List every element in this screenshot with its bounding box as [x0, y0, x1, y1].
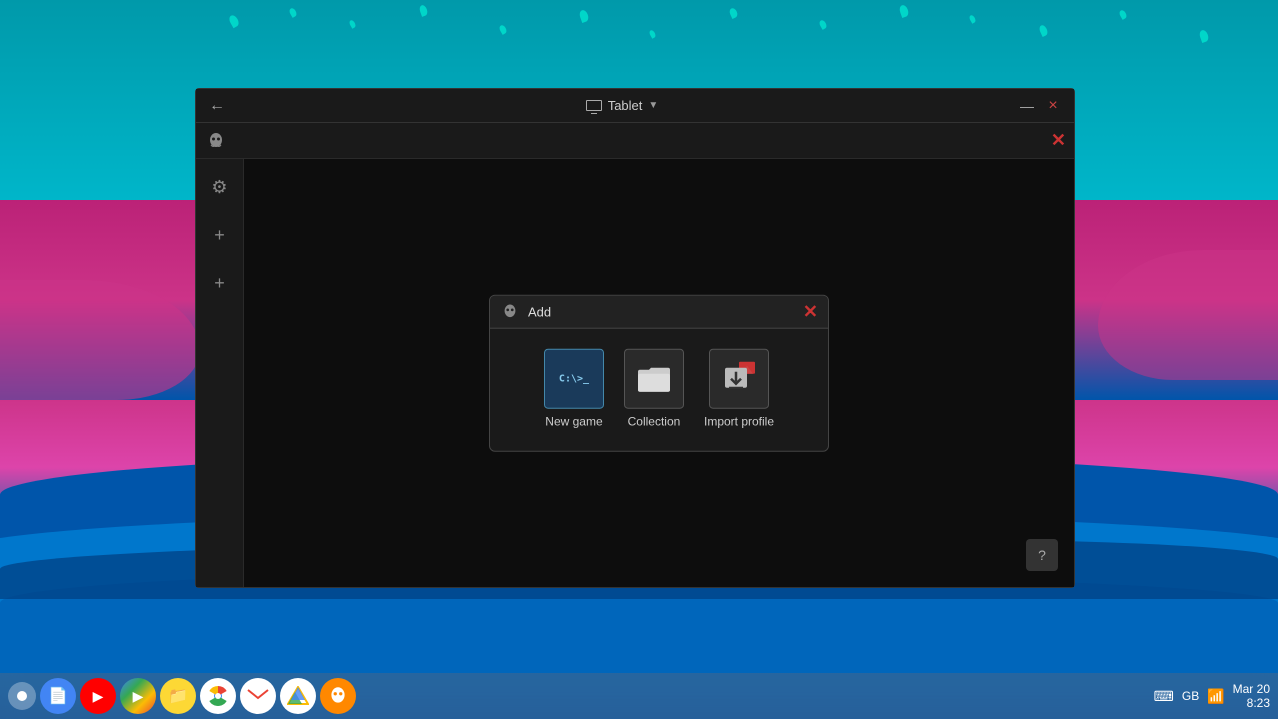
- taskbar-date: Mar 20: [1233, 682, 1270, 696]
- app-icon-svg: [206, 131, 226, 151]
- monitor-icon: [586, 100, 602, 111]
- taskbar-system-circle[interactable]: [8, 682, 36, 710]
- taskbar: 📄 ▶ ▶ 📁: [0, 673, 1278, 719]
- add-dialog: Add ✕ C:\>_ New game: [489, 295, 829, 452]
- taskbar-playnite-icon[interactable]: [320, 678, 356, 714]
- dialog-title: Add: [528, 304, 795, 319]
- import-icon: [709, 349, 769, 409]
- close-window-button[interactable]: ×: [1044, 97, 1062, 115]
- taskbar-status-area: ⌨ GB 📶 Mar 20 8:23: [1154, 682, 1270, 710]
- window-controls: — ×: [1018, 97, 1062, 115]
- toolbar-close-button[interactable]: ✕: [1051, 130, 1066, 151]
- app-window: ← Tablet ▼ — × ✕ ⚙ +: [195, 88, 1075, 588]
- dropdown-arrow-icon[interactable]: ▼: [648, 100, 658, 111]
- taskbar-datetime: Mar 20 8:23: [1233, 682, 1270, 710]
- dialog-close-button[interactable]: ✕: [803, 303, 818, 321]
- playnite-svg: [327, 685, 349, 707]
- back-button[interactable]: ←: [208, 97, 226, 115]
- wifi-icon: 📶: [1207, 688, 1224, 705]
- sidebar-settings-icon[interactable]: ⚙: [204, 171, 236, 203]
- collection-icon: [624, 349, 684, 409]
- taskbar-gmail-icon[interactable]: [240, 678, 276, 714]
- dialog-titlebar: Add ✕: [490, 296, 828, 329]
- keyboard-icon[interactable]: ⌨: [1154, 688, 1174, 705]
- taskbar-youtube-icon[interactable]: ▶: [80, 678, 116, 714]
- new-game-option[interactable]: C:\>_ New game: [540, 345, 608, 435]
- folder-svg: [636, 364, 672, 394]
- taskbar-files-icon[interactable]: 📁: [160, 678, 196, 714]
- window-title-area: Tablet ▼: [586, 98, 659, 113]
- import-profile-option[interactable]: Import profile: [700, 345, 778, 435]
- help-button[interactable]: ?: [1026, 539, 1058, 571]
- minimize-button[interactable]: —: [1018, 97, 1036, 115]
- taskbar-docs-icon[interactable]: 📄: [40, 678, 76, 714]
- window-titlebar: ← Tablet ▼ — ×: [196, 89, 1074, 123]
- taskbar-circle-inner: [17, 691, 27, 701]
- taskbar-drive-icon[interactable]: [280, 678, 316, 714]
- window-toolbar: ✕: [196, 123, 1074, 159]
- dialog-app-icon: [501, 303, 519, 321]
- window-content: ⚙ + + ? Add ✕: [196, 159, 1074, 587]
- import-svg: [719, 360, 759, 398]
- taskbar-playstore-icon[interactable]: ▶: [120, 678, 156, 714]
- toolbar-app-icon: [204, 129, 228, 153]
- new-game-icon: C:\>_: [544, 349, 604, 409]
- new-game-label: New game: [545, 415, 602, 431]
- collection-label: Collection: [628, 415, 681, 431]
- collection-option[interactable]: Collection: [620, 345, 688, 435]
- sidebar-add-icon-1[interactable]: +: [204, 219, 236, 251]
- dialog-title-icon: [500, 302, 520, 322]
- sidebar-add-icon-2[interactable]: +: [204, 267, 236, 299]
- dialog-options-area: C:\>_ New game Collection: [490, 329, 828, 451]
- window-title: Tablet: [608, 98, 643, 113]
- main-content-area: ? Add ✕: [244, 159, 1074, 587]
- drive-svg: [287, 686, 309, 706]
- terminal-text: C:\>_: [559, 373, 589, 384]
- taskbar-battery: GB: [1182, 689, 1199, 703]
- gmail-svg: [247, 688, 269, 704]
- taskbar-time: 8:23: [1233, 696, 1270, 710]
- sidebar: ⚙ + +: [196, 159, 244, 587]
- taskbar-chrome-icon[interactable]: [200, 678, 236, 714]
- import-profile-label: Import profile: [704, 415, 774, 431]
- chrome-svg: [207, 685, 229, 707]
